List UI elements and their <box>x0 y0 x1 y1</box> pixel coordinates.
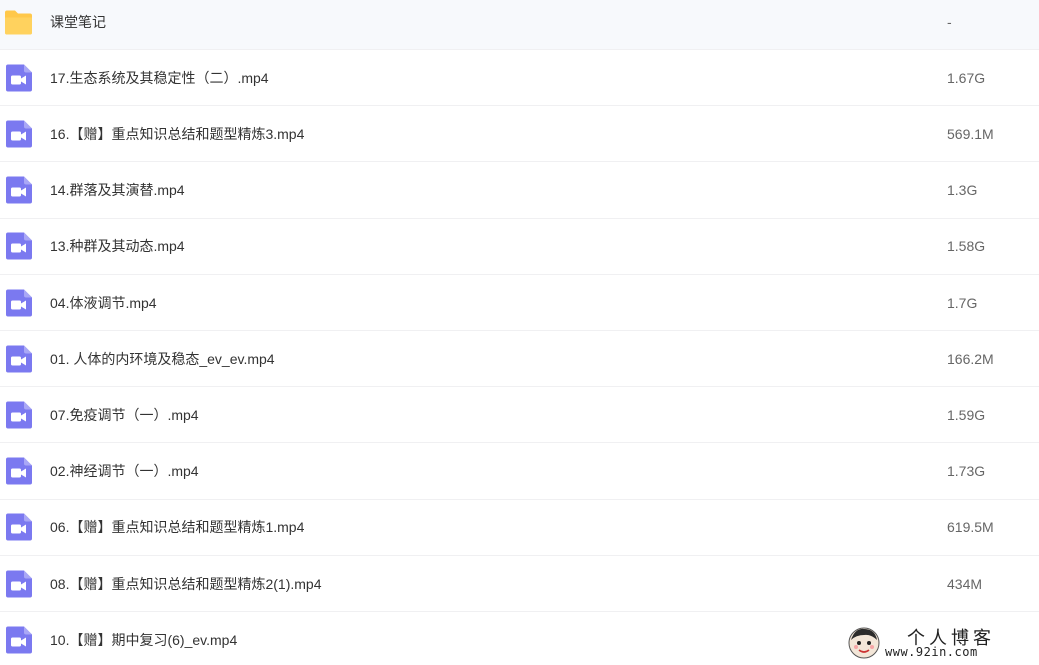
file-name[interactable]: 07.免疫调节（一）.mp4 <box>50 405 199 425</box>
file-size: 1.67G <box>947 69 986 86</box>
video-file-icon <box>6 176 32 204</box>
file-row[interactable]: 04.体液调节.mp4 1.7G <box>0 275 1039 331</box>
file-size: 434M <box>947 575 983 592</box>
folder-row[interactable]: 课堂笔记 - <box>0 0 1039 50</box>
file-row[interactable]: 16.【赠】重点知识总结和题型精炼3.mp4 569.1M <box>0 106 1039 163</box>
file-name[interactable]: 课堂笔记 <box>50 12 106 32</box>
file-name[interactable]: 17.生态系统及其稳定性（二）.mp4 <box>50 68 269 88</box>
file-name[interactable]: 10.【赠】期中复习(6)_ev.mp4 <box>50 630 237 650</box>
file-size: 1.3G <box>947 182 978 199</box>
watermark-url: www.92in.com <box>885 645 978 659</box>
file-name[interactable]: 01. 人体的内环境及稳态_ev_ev.mp4 <box>50 349 275 369</box>
file-size: 1.7G <box>947 294 978 311</box>
file-name[interactable]: 08.【赠】重点知识总结和题型精炼2(1).mp4 <box>50 574 321 594</box>
file-size: - <box>947 13 952 30</box>
file-size: 1.58G <box>947 238 986 255</box>
file-row[interactable]: 14.群落及其演替.mp4 1.3G <box>0 163 1039 219</box>
video-file-icon <box>6 289 32 316</box>
file-list: 课堂笔记 - 17.生态系统及其稳定性（二）.mp4 1.67G 16.【赠】重点知识总… <box>0 0 1039 665</box>
file-name[interactable]: 13.种群及其动态.mp4 <box>50 236 185 256</box>
video-file-icon <box>6 64 32 92</box>
file-row[interactable]: 08.【赠】重点知识总结和题型精炼2(1).mp4 434M <box>0 556 1039 612</box>
file-name[interactable]: 02.神经调节（一）.mp4 <box>50 461 199 481</box>
file-row[interactable]: 07.免疫调节（一）.mp4 1.59G <box>0 387 1039 444</box>
video-file-icon <box>6 570 32 597</box>
file-row[interactable]: 13.种群及其动态.mp4 1.58G <box>0 219 1039 275</box>
file-row[interactable]: 01. 人体的内环境及稳态_ev_ev.mp4 166.2M <box>0 331 1039 388</box>
video-file-icon <box>6 457 32 485</box>
video-file-icon <box>6 626 32 654</box>
file-row[interactable]: 06.【赠】重点知识总结和题型精炼1.mp4 619.5M <box>0 500 1039 556</box>
video-file-icon <box>6 120 32 148</box>
video-file-icon <box>6 232 32 260</box>
video-file-icon <box>6 513 32 541</box>
file-row[interactable]: 17.生态系统及其稳定性（二）.mp4 1.67G <box>0 50 1039 107</box>
file-size: 1.59G <box>947 406 986 423</box>
video-file-icon <box>6 401 32 429</box>
blog-watermark: 个人博客 www.92in.com <box>845 622 1035 664</box>
file-name[interactable]: 16.【赠】重点知识总结和题型精炼3.mp4 <box>50 124 304 144</box>
video-file-icon <box>6 345 32 373</box>
avatar-icon <box>848 627 880 659</box>
file-name[interactable]: 04.体液调节.mp4 <box>50 293 157 313</box>
file-size: 619.5M <box>947 519 994 536</box>
file-size: 569.1M <box>947 125 994 142</box>
file-size: 1.73G <box>947 463 986 480</box>
file-name[interactable]: 06.【赠】重点知识总结和题型精炼1.mp4 <box>50 517 304 537</box>
file-name[interactable]: 14.群落及其演替.mp4 <box>50 180 185 200</box>
file-size: 166.2M <box>947 350 994 367</box>
file-row[interactable]: 02.神经调节（一）.mp4 1.73G <box>0 444 1039 500</box>
folder-icon <box>5 10 32 34</box>
